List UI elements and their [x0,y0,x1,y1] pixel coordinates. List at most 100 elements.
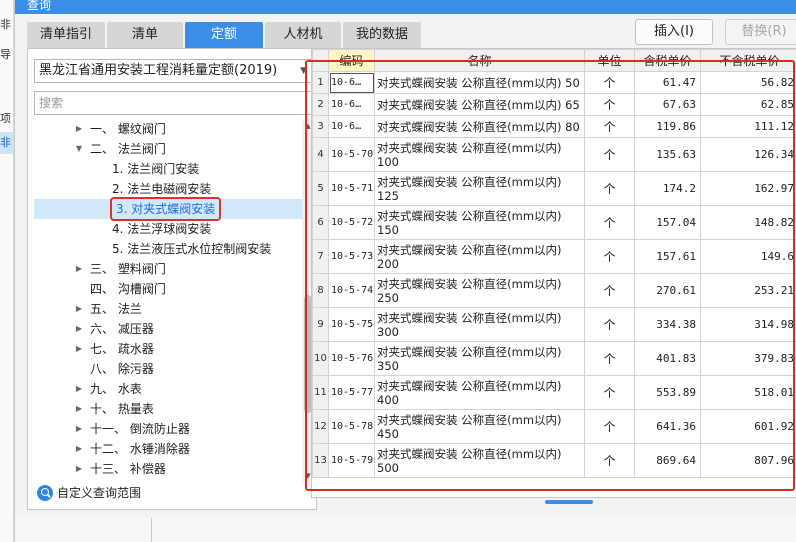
price-tax-cell[interactable]: 119.86 [634,115,701,138]
price-notax-cell[interactable]: 162.97 [700,171,796,206]
code-cell[interactable]: 10-5-70 [328,137,375,172]
name-cell[interactable]: 对夹式蝶阀安装 公称直径(mm以内) 400 [374,375,585,410]
name-cell[interactable]: 对夹式蝶阀安装 公称直径(mm以内) 500 [374,443,585,478]
caret-right-icon[interactable] [74,279,84,299]
code-cell[interactable]: 10-5-76 [328,341,375,376]
table-row[interactable]: 6 10-5-72 对夹式蝶阀安装 公称直径(mm以内) 150 个 157.04 148… [312,205,796,240]
caret-right-icon[interactable]: ▶ [74,339,84,359]
table-row[interactable]: 5 10-5-71 对夹式蝶阀安装 公称直径(mm以内) 125 个 174.2 162.… [312,171,796,206]
price-tax-cell[interactable]: 174.2 [634,171,701,206]
name-cell[interactable]: 对夹式蝶阀安装 公称直径(mm以内) 150 [374,205,585,240]
code-cell[interactable]: 10-5-74 [328,273,375,308]
table-row[interactable]: 3 10-6… 对夹式蝶阀安装 公称直径(mm以内) 80 个 119.86 111.12 [312,115,796,138]
tree-item[interactable]: ▼ 二、 法兰阀门 [34,139,302,159]
code-cell[interactable]: 10-6… [328,71,375,94]
code-cell[interactable]: 10-6… [328,115,375,138]
caret-down-icon[interactable]: ▼ [74,139,84,159]
name-cell[interactable]: 对夹式蝶阀安装 公称直径(mm以内) 250 [374,273,585,308]
table-row[interactable]: 9 10-5-75 对夹式蝶阀安装 公称直径(mm以内) 300 个 334.38 314… [312,307,796,342]
code-cell[interactable]: 10-5-73 [328,239,375,274]
price-notax-cell[interactable]: 314.98 [700,307,796,342]
name-cell[interactable]: 对夹式蝶阀安装 公称直径(mm以内) 300 [374,307,585,342]
table-row[interactable]: 8 10-5-74 对夹式蝶阀安装 公称直径(mm以内) 250 个 270.61 253… [312,273,796,308]
row-number[interactable]: 10 [312,341,329,376]
code-cell[interactable]: 10-5-77 [328,375,375,410]
tree-item[interactable]: 3. 对夹式蝶阀安装 [34,197,302,221]
quota-book-select[interactable]: 黑龙江省通用安装工程消耗量定额(2019) ▼ [34,59,312,83]
dialog-titlebar[interactable]: 查询 [15,0,796,14]
caret-right-icon[interactable]: ▶ [74,119,84,139]
tab-bill[interactable]: 清单 [107,22,183,48]
table-row[interactable]: 11 10-5-77 对夹式蝶阀安装 公称直径(mm以内) 400 个 553.89 51… [312,375,796,410]
price-tax-cell[interactable]: 401.83 [634,341,701,376]
header-code[interactable]: 编码 [328,49,375,72]
row-number[interactable]: 7 [312,239,329,274]
tree-item[interactable]: ▶ 三、 塑料阀门 [34,259,302,279]
tree-item[interactable]: ▶ 十三、 补偿器 [34,459,302,479]
tab-quota[interactable]: 定额 [185,22,263,48]
tree-item[interactable]: 1. 法兰阀门安装 [34,159,302,179]
price-notax-cell[interactable]: 253.21 [700,273,796,308]
unit-cell[interactable]: 个 [584,409,635,444]
price-tax-cell[interactable]: 67.63 [634,93,701,116]
tree-item[interactable]: 4. 法兰浮球阀安装 [34,219,302,239]
table-row[interactable]: 13 10-5-79 对夹式蝶阀安装 公称直径(mm以内) 500 个 869.64 80… [312,443,796,478]
name-cell[interactable]: 对夹式蝶阀安装 公称直径(mm以内) 80 [374,115,585,138]
name-cell[interactable]: 对夹式蝶阀安装 公称直径(mm以内) 50 [374,71,585,94]
price-tax-cell[interactable]: 157.61 [634,239,701,274]
tab-bill-guide[interactable]: 清单指引 [27,22,105,48]
code-cell[interactable]: 10-5-75 [328,307,375,342]
row-number[interactable]: 11 [312,375,329,410]
search-input[interactable] [34,91,312,115]
price-notax-cell[interactable]: 149.6 [700,239,796,274]
unit-cell[interactable]: 个 [584,375,635,410]
unit-cell[interactable]: 个 [584,137,635,172]
tree-item[interactable]: ▶ 七、 疏水器 [34,339,302,359]
tree-item[interactable]: ▶ 九、 水表 [34,379,302,399]
code-cell[interactable]: 10-5-79 [328,443,375,478]
row-number[interactable]: 12 [312,409,329,444]
unit-cell[interactable]: 个 [584,171,635,206]
tree-item[interactable]: ▶ 十、 热量表 [34,399,302,419]
price-tax-cell[interactable]: 553.89 [634,375,701,410]
caret-right-icon[interactable]: ▶ [74,419,84,439]
price-tax-cell[interactable]: 157.04 [634,205,701,240]
table-row[interactable]: 10 10-5-76 对夹式蝶阀安装 公称直径(mm以内) 350 个 401.83 37… [312,341,796,376]
price-notax-cell[interactable]: 126.34 [700,137,796,172]
replace-button[interactable]: 替换(R) [725,19,796,45]
tree-item[interactable]: 四、 沟槽阀门 [34,279,302,299]
tree-item[interactable]: 八、 除污器 [34,359,302,379]
custom-range-button[interactable]: 自定义查询范围 [37,482,141,504]
row-number[interactable]: 6 [312,205,329,240]
name-cell[interactable]: 对夹式蝶阀安装 公称直径(mm以内) 100 [374,137,585,172]
header-unit[interactable]: 单位 [584,49,635,72]
caret-right-icon[interactable]: ▶ [74,299,84,319]
tree-item[interactable]: 2. 法兰电磁阀安装 [34,179,302,199]
unit-cell[interactable]: 个 [584,71,635,94]
tree-item[interactable]: ▶ 一、 螺纹阀门 [34,119,302,139]
table-row[interactable]: 2 10-6… 对夹式蝶阀安装 公称直径(mm以内) 65 个 67.63 62.85 [312,93,796,116]
table-row[interactable]: 12 10-5-78 对夹式蝶阀安装 公称直径(mm以内) 450 个 641.36 60… [312,409,796,444]
unit-cell[interactable]: 个 [584,239,635,274]
price-notax-cell[interactable]: 148.82 [700,205,796,240]
price-tax-cell[interactable]: 135.63 [634,137,701,172]
tree-item[interactable]: 5. 法兰液压式水位控制阀安装 [34,239,302,259]
table-row[interactable]: 4 10-5-70 对夹式蝶阀安装 公称直径(mm以内) 100 个 135.63 126… [312,137,796,172]
unit-cell[interactable]: 个 [584,115,635,138]
row-number[interactable]: 3 [312,115,329,138]
code-cell[interactable]: 10-5-78 [328,409,375,444]
tree-item[interactable]: ▶ 五、 法兰 [34,299,302,319]
unit-cell[interactable]: 个 [584,443,635,478]
caret-right-icon[interactable]: ▶ [74,319,84,339]
unit-cell[interactable]: 个 [584,205,635,240]
caret-right-icon[interactable]: ▶ [74,259,84,279]
price-notax-cell[interactable]: 379.83 [700,341,796,376]
name-cell[interactable]: 对夹式蝶阀安装 公称直径(mm以内) 125 [374,171,585,206]
price-tax-cell[interactable]: 270.61 [634,273,701,308]
name-cell[interactable]: 对夹式蝶阀安装 公称直径(mm以内) 200 [374,239,585,274]
tree-item[interactable]: ▶ 六、 减压器 [34,319,302,339]
unit-cell[interactable]: 个 [584,273,635,308]
header-name[interactable]: 名称 [374,49,585,72]
tree-item[interactable]: ▶ 十一、 倒流防止器 [34,419,302,439]
price-tax-cell[interactable]: 641.36 [634,409,701,444]
